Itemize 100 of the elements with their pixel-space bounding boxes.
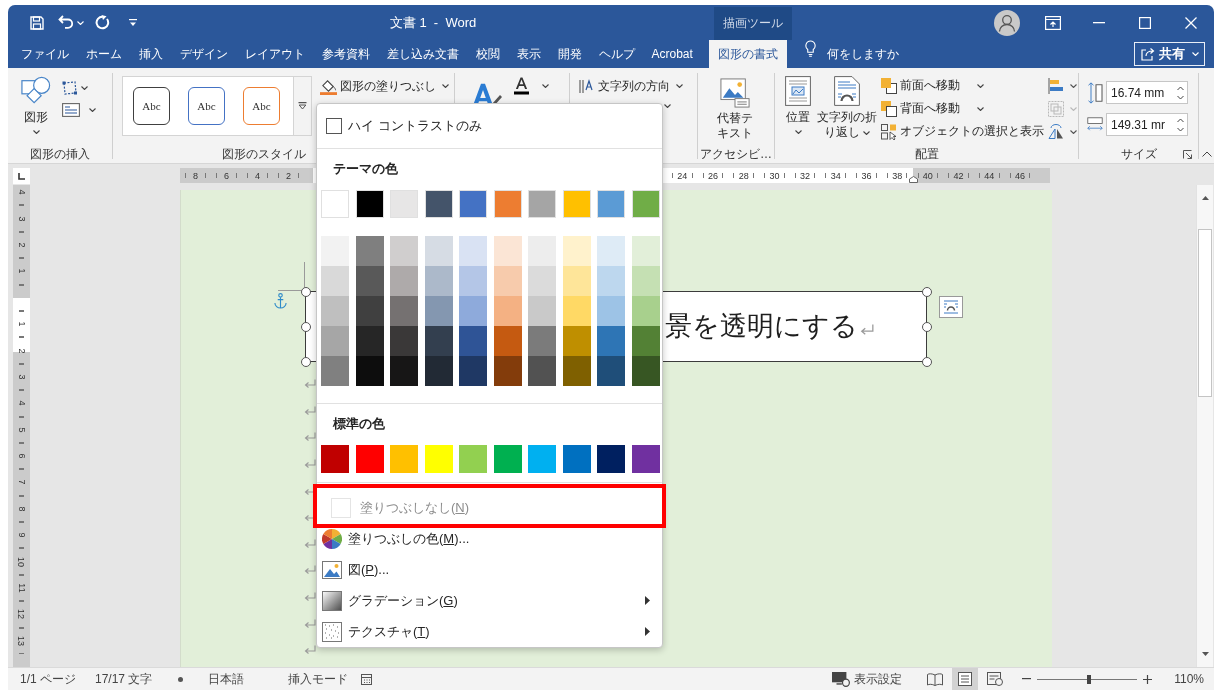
color-swatch-icon[interactable] (562, 266, 591, 296)
ribbon-tab[interactable]: ファイル (12, 40, 77, 68)
color-swatch-icon[interactable] (424, 356, 453, 386)
grid-icon[interactable] (361, 673, 373, 685)
arrange-command-button[interactable]: オブジェクトの選択と表示 (881, 120, 1044, 143)
color-swatch-icon[interactable] (424, 266, 453, 296)
language[interactable]: 日本語 (208, 670, 245, 688)
input-mode[interactable]: 挿入モード (288, 670, 349, 688)
style-preview[interactable]: Abc (243, 87, 280, 125)
layout-options-icon[interactable] (939, 296, 963, 318)
caret-down-icon[interactable] (664, 104, 671, 108)
resize-handle[interactable] (921, 321, 932, 332)
resize-handle[interactable] (300, 356, 311, 367)
arrange-command-button[interactable]: 背面へ移動 (881, 97, 1044, 120)
color-swatch-icon[interactable] (597, 236, 625, 266)
text-direction-button[interactable]: 文字列の方向 (579, 76, 683, 96)
ribbon-tab[interactable]: 校閲 (467, 40, 508, 68)
caret-up-icon[interactable] (1201, 151, 1212, 157)
color-swatch-icon[interactable] (321, 236, 349, 266)
word-count[interactable]: 17/17 文字 (95, 670, 153, 688)
color-swatch-icon[interactable] (631, 445, 660, 473)
wrap-text-button[interactable]: 文字列の折 り返し (816, 76, 878, 140)
color-swatch-icon[interactable] (321, 326, 349, 356)
color-swatch-icon[interactable] (355, 296, 384, 326)
color-swatch-icon[interactable] (390, 296, 418, 326)
color-swatch-icon[interactable] (390, 356, 418, 386)
ribbon-tab[interactable]: 差し込み文書 (378, 40, 467, 68)
ribbon-tab[interactable]: 参考資料 (313, 40, 378, 68)
color-swatch-icon[interactable] (631, 356, 660, 386)
slider-thumb[interactable] (1087, 674, 1092, 684)
share-button[interactable]: 共有 (1134, 42, 1205, 66)
minus-icon[interactable] (1022, 678, 1032, 680)
color-swatch-icon[interactable] (459, 190, 487, 218)
shapes-button[interactable]: 図形 (16, 76, 56, 134)
color-swatch-icon[interactable] (562, 445, 591, 473)
color-swatch-icon[interactable] (459, 296, 487, 326)
color-swatch-icon[interactable] (355, 190, 384, 218)
color-swatch-icon[interactable] (528, 326, 556, 356)
save-icon[interactable] (30, 15, 44, 30)
color-swatch-icon[interactable] (459, 326, 487, 356)
text-fill-button[interactable] (514, 75, 549, 97)
color-swatch-icon[interactable] (459, 266, 487, 296)
color-swatch-icon[interactable] (597, 445, 625, 473)
color-swatch-icon[interactable] (528, 445, 556, 473)
color-swatch-icon[interactable] (390, 236, 418, 266)
arrange-command-button[interactable]: 前面へ移動 (881, 74, 1044, 97)
height-field[interactable]: 16.74 mm (1106, 81, 1188, 104)
ribbon-tab[interactable]: Acrobat (643, 40, 702, 68)
menu-item[interactable]: テクスチャ(T) (317, 616, 662, 647)
color-swatch-icon[interactable] (459, 236, 487, 266)
color-swatch-icon[interactable] (355, 326, 384, 356)
color-swatch-icon[interactable] (493, 326, 522, 356)
color-swatch-icon[interactable] (631, 326, 660, 356)
avatar-icon[interactable] (994, 9, 1020, 36)
color-swatch-icon[interactable] (355, 356, 384, 386)
tell-me-field[interactable]: 何をしますか (827, 45, 908, 63)
color-swatch-icon[interactable] (321, 445, 349, 473)
menu-item[interactable]: グラデーション(G) (317, 585, 662, 616)
shape-fill-button[interactable]: 図形の塗りつぶし (320, 76, 449, 96)
color-swatch-icon[interactable] (355, 266, 384, 296)
width-field[interactable]: 149.31 mr (1106, 113, 1188, 136)
color-swatch-icon[interactable] (528, 266, 556, 296)
color-swatch-icon[interactable] (390, 445, 418, 473)
color-swatch-icon[interactable] (631, 190, 660, 218)
color-swatch-icon[interactable] (597, 356, 625, 386)
color-swatch-icon[interactable] (424, 445, 453, 473)
checkbox[interactable] (326, 117, 342, 134)
color-swatch-icon[interactable] (597, 190, 625, 218)
color-swatch-icon[interactable] (355, 445, 384, 473)
style-preview[interactable]: Abc (188, 87, 225, 125)
ribbon-tab[interactable]: 表示 (508, 40, 549, 68)
color-swatch-icon[interactable] (528, 296, 556, 326)
indent-marker-icon[interactable] (909, 176, 918, 183)
color-swatch-icon[interactable] (528, 356, 556, 386)
color-swatch-icon[interactable] (562, 190, 591, 218)
plus-icon[interactable] (1143, 674, 1153, 684)
color-swatch-icon[interactable] (424, 326, 453, 356)
color-swatch-icon[interactable] (493, 296, 522, 326)
color-swatch-icon[interactable] (321, 296, 349, 326)
ribbon-tab[interactable]: 挿入 (130, 40, 171, 68)
color-swatch-icon[interactable] (597, 326, 625, 356)
color-swatch-icon[interactable] (528, 236, 556, 266)
color-swatch-icon[interactable] (631, 296, 660, 326)
color-swatch-icon[interactable] (424, 296, 453, 326)
view-button[interactable] (952, 668, 979, 690)
ribbon-tab[interactable]: 開発 (549, 40, 590, 68)
color-swatch-icon[interactable] (562, 326, 591, 356)
color-swatch-icon[interactable] (562, 236, 591, 266)
style-preview[interactable]: Abc (133, 87, 170, 125)
color-swatch-icon[interactable] (355, 236, 384, 266)
color-swatch-icon[interactable] (631, 266, 660, 296)
color-swatch-icon[interactable] (562, 296, 591, 326)
position-button[interactable]: 位置 (780, 76, 816, 134)
alt-text-button[interactable]: 代替テ キスト (703, 78, 767, 141)
ribbon-tab[interactable]: レイアウト (236, 40, 313, 68)
resize-handle[interactable] (921, 286, 932, 297)
corner-arrow-icon[interactable] (1183, 149, 1192, 159)
color-swatch-icon[interactable] (390, 326, 418, 356)
gallery-more-button[interactable] (294, 76, 312, 136)
spin-arrows-icon[interactable] (1177, 117, 1184, 132)
